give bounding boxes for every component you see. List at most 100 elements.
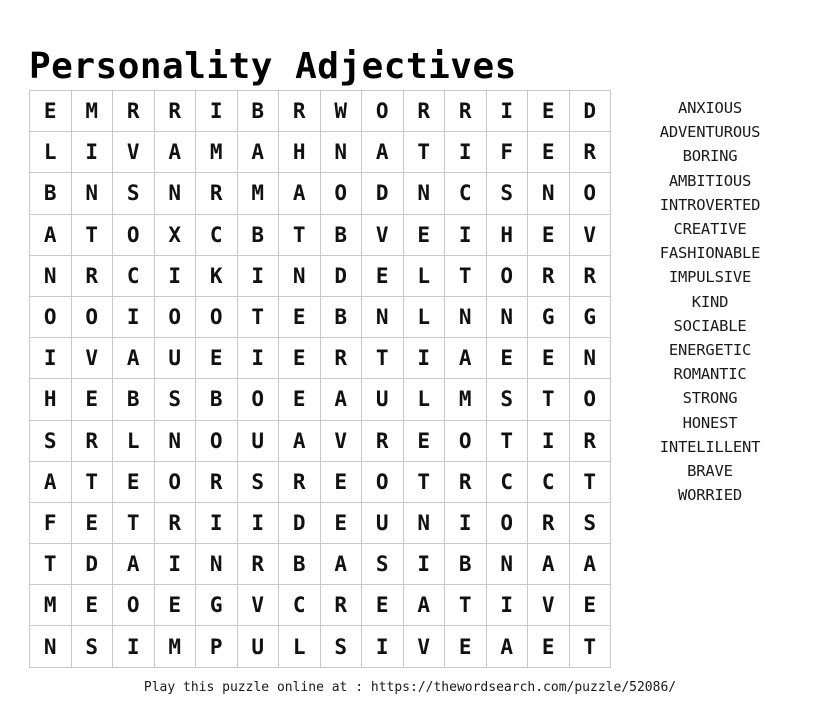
grid-cell[interactable]: N (361, 296, 404, 339)
grid-cell[interactable]: F (29, 502, 72, 545)
grid-cell[interactable]: B (237, 214, 279, 256)
grid-cell[interactable]: C (486, 461, 528, 503)
grid-cell[interactable]: A (486, 625, 528, 668)
grid-cell[interactable]: V (569, 214, 611, 256)
grid-cell[interactable]: E (154, 584, 196, 627)
grid-cell[interactable]: K (195, 255, 238, 297)
grid-cell[interactable]: I (403, 337, 445, 380)
grid-cell[interactable]: R (237, 543, 279, 586)
grid-cell[interactable]: M (195, 131, 238, 174)
grid-cell[interactable]: E (444, 625, 487, 668)
grid-cell[interactable]: N (569, 337, 611, 380)
grid-cell[interactable]: I (29, 337, 72, 380)
grid-cell[interactable]: E (361, 584, 404, 627)
grid-cell[interactable]: R (527, 502, 570, 545)
grid-cell[interactable]: O (237, 378, 279, 421)
grid-cell[interactable]: R (195, 172, 238, 215)
grid-cell[interactable]: L (403, 255, 445, 297)
grid-cell[interactable]: D (278, 502, 321, 545)
grid-cell[interactable]: T (569, 461, 611, 503)
grid-cell[interactable]: R (361, 420, 404, 462)
grid-cell[interactable]: M (154, 625, 196, 668)
grid-cell[interactable]: B (320, 296, 362, 339)
word-list-item[interactable]: ADVENTUROUS (628, 120, 792, 144)
grid-cell[interactable]: I (195, 90, 238, 133)
grid-cell[interactable]: N (154, 172, 196, 215)
grid-cell[interactable]: H (29, 378, 72, 421)
grid-cell[interactable]: O (486, 255, 528, 297)
grid-cell[interactable]: S (29, 420, 72, 462)
word-list-item[interactable]: IMPULSIVE (628, 265, 792, 289)
grid-cell[interactable]: M (71, 90, 113, 133)
grid-cell[interactable]: R (71, 255, 113, 297)
grid-cell[interactable]: L (403, 378, 445, 421)
grid-cell[interactable]: E (527, 214, 570, 256)
grid-cell[interactable]: N (278, 255, 321, 297)
word-list-item[interactable]: STRONG (628, 386, 792, 410)
grid-cell[interactable]: U (361, 378, 404, 421)
word-list-item[interactable]: WORRIED (628, 483, 792, 507)
grid-cell[interactable]: B (278, 543, 321, 586)
word-list-item[interactable]: CREATIVE (628, 217, 792, 241)
grid-cell[interactable]: R (403, 90, 445, 133)
grid-cell[interactable]: O (195, 296, 238, 339)
grid-cell[interactable]: A (444, 337, 487, 380)
grid-cell[interactable]: N (486, 543, 528, 586)
grid-cell[interactable]: L (403, 296, 445, 339)
grid-cell[interactable]: M (29, 584, 72, 627)
grid-cell[interactable]: C (112, 255, 155, 297)
grid-cell[interactable]: E (527, 625, 570, 668)
grid-cell[interactable]: T (486, 420, 528, 462)
grid-cell[interactable]: S (486, 172, 528, 215)
grid-cell[interactable]: R (278, 461, 321, 503)
word-list-item[interactable]: BORING (628, 144, 792, 168)
grid-cell[interactable]: I (361, 625, 404, 668)
grid-cell[interactable]: N (403, 502, 445, 545)
grid-cell[interactable]: N (320, 131, 362, 174)
grid-cell[interactable]: H (486, 214, 528, 256)
grid-cell[interactable]: T (71, 461, 113, 503)
grid-cell[interactable]: O (112, 214, 155, 256)
grid-cell[interactable]: O (29, 296, 72, 339)
grid-cell[interactable]: B (320, 214, 362, 256)
grid-cell[interactable]: O (569, 172, 611, 215)
grid-cell[interactable]: O (569, 378, 611, 421)
grid-cell[interactable]: I (403, 543, 445, 586)
word-list-item[interactable]: ENERGETIC (628, 338, 792, 362)
grid-cell[interactable]: O (361, 90, 404, 133)
grid-cell[interactable]: R (444, 90, 487, 133)
grid-cell[interactable]: E (403, 420, 445, 462)
grid-cell[interactable]: O (154, 461, 196, 503)
word-list-item[interactable]: INTELILLENT (628, 435, 792, 459)
grid-cell[interactable]: T (237, 296, 279, 339)
grid-cell[interactable]: B (195, 378, 238, 421)
grid-cell[interactable]: E (195, 337, 238, 380)
grid-cell[interactable]: V (403, 625, 445, 668)
grid-cell[interactable]: T (444, 584, 487, 627)
grid-cell[interactable]: N (486, 296, 528, 339)
grid-cell[interactable]: I (444, 214, 487, 256)
grid-cell[interactable]: E (320, 502, 362, 545)
grid-cell[interactable]: U (237, 420, 279, 462)
grid-cell[interactable]: F (486, 131, 528, 174)
grid-cell[interactable]: G (195, 584, 238, 627)
grid-cell[interactable]: A (320, 543, 362, 586)
grid-cell[interactable]: N (195, 543, 238, 586)
grid-cell[interactable]: O (361, 461, 404, 503)
grid-cell[interactable]: B (29, 172, 72, 215)
grid-cell[interactable]: P (195, 625, 238, 668)
grid-cell[interactable]: M (237, 172, 279, 215)
word-list-item[interactable]: SOCIABLE (628, 314, 792, 338)
grid-cell[interactable]: A (569, 543, 611, 586)
grid-cell[interactable]: S (71, 625, 113, 668)
grid-cell[interactable]: B (112, 378, 155, 421)
grid-cell[interactable]: A (361, 131, 404, 174)
grid-cell[interactable]: R (569, 420, 611, 462)
grid-cell[interactable]: N (29, 625, 72, 668)
word-list-item[interactable]: ANXIOUS (628, 96, 792, 120)
grid-cell[interactable]: R (320, 337, 362, 380)
word-list-item[interactable]: INTROVERTED (628, 193, 792, 217)
grid-cell[interactable]: B (444, 543, 487, 586)
grid-cell[interactable]: S (154, 378, 196, 421)
grid-cell[interactable]: V (71, 337, 113, 380)
